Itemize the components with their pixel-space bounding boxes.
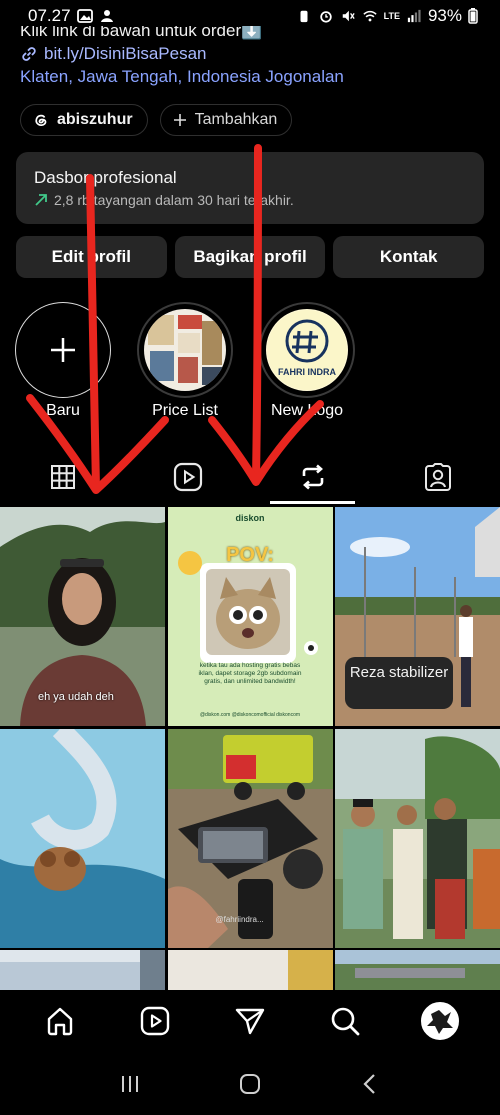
nav-home[interactable] (38, 999, 82, 1043)
tab-reposts[interactable] (250, 450, 375, 504)
bio-link-text[interactable]: bit.ly/DisiniBisaPesan (44, 42, 207, 65)
profile-tabs (0, 450, 500, 504)
highlight-circle[interactable] (137, 302, 233, 398)
posts-grid: eh ya udah deh diskon POV: ketika tau ad… (0, 507, 500, 990)
post-thumbnail[interactable]: eh ya udah deh (0, 507, 165, 726)
reels-icon (140, 1006, 169, 1036)
reels-icon (173, 462, 202, 492)
post-thumbnail[interactable] (0, 950, 165, 990)
post-thumbnail[interactable] (0, 728, 165, 948)
logo-text: FAHRI INDRA (278, 367, 336, 377)
plus-icon (173, 114, 186, 126)
bio-text: Klik link di bawah untuk order⬇️ (20, 26, 263, 40)
new-highlight-circle[interactable] (15, 302, 111, 398)
nav-search[interactable] (323, 999, 367, 1043)
story-highlights: Baru Price List FAHRI INDRA New Logo (14, 302, 356, 420)
highlight-label: Price List (152, 402, 218, 419)
add-link-label: Tambahkan (194, 111, 278, 128)
profile-bio: Klik link di bawah untuk order⬇️ bit.ly/… (20, 26, 490, 88)
search-icon (331, 1007, 360, 1036)
threads-pill[interactable]: abiszuhur (20, 104, 148, 136)
bio-link[interactable]: bit.ly/DisiniBisaPesan (20, 42, 490, 65)
link-icon (22, 46, 36, 61)
trend-up-icon (35, 194, 47, 206)
post-thumbnail[interactable] (335, 728, 500, 948)
highlight-price-list[interactable]: Price List (136, 302, 234, 420)
status-time: 07.27 (28, 6, 71, 25)
highlight-new[interactable]: Baru (14, 302, 112, 420)
post-caption: ketika tau ada hosting gratis bebas ikla… (198, 662, 302, 685)
profile-pills: abiszuhur Tambahkan (20, 104, 293, 136)
alarm-icon (319, 11, 332, 23)
reposts-icon (302, 464, 323, 490)
tag-tooltip[interactable]: Reza stabilizer (345, 657, 453, 709)
dashboard-subtitle: 2,8 rb tayangan dalam 30 hari terakhir. (54, 192, 294, 208)
highlight-label: New Logo (270, 402, 344, 419)
nav-profile[interactable] (418, 999, 462, 1043)
home-button-icon[interactable] (238, 1072, 262, 1096)
tab-tagged[interactable] (375, 450, 500, 504)
dashboard-subtitle-row: 2,8 rb tayangan dalam 30 hari terakhir. (34, 192, 466, 208)
add-link-pill[interactable]: Tambahkan (159, 104, 293, 136)
price-list-thumbnail (144, 309, 226, 391)
signal-icon (407, 9, 421, 23)
threads-handle: abiszuhur (57, 111, 133, 128)
share-profile-button[interactable]: Bagikan profil (174, 236, 326, 278)
post-footer: @diskon.com @diskoncomofficial diskoncom (199, 712, 301, 718)
battery-saver-icon (300, 10, 308, 23)
post-caption: @fahriindra... (215, 914, 264, 924)
system-navigation (0, 1052, 500, 1115)
grid-icon (50, 465, 75, 489)
contact-button[interactable]: Kontak (333, 236, 485, 278)
profile-actions: Edit profil Bagikan profil Kontak (16, 236, 485, 278)
professional-dashboard[interactable]: Dasbor profesional 2,8 rb tayangan dalam… (16, 152, 484, 224)
edit-profile-button[interactable]: Edit profil (16, 236, 167, 278)
highlight-label: Baru (46, 402, 80, 419)
gallery-icon (76, 9, 93, 23)
wifi-icon (362, 10, 377, 22)
post-title: POV: (226, 544, 274, 566)
highlight-circle[interactable]: FAHRI INDRA (259, 302, 355, 398)
bottom-navigation (0, 990, 500, 1052)
battery-percent: 93% (427, 6, 462, 25)
plus-icon (51, 338, 75, 362)
battery-icon (468, 8, 478, 24)
bio-location[interactable]: Klaten, Jawa Tengah, Indonesia Jogonalan (20, 65, 490, 88)
post-thumbnail[interactable]: @fahriindra... (167, 728, 333, 948)
nav-direct[interactable] (228, 999, 272, 1043)
highlight-new-logo[interactable]: FAHRI INDRA New Logo (258, 302, 356, 420)
post-thumbnail[interactable] (167, 950, 333, 990)
threads-icon (35, 114, 47, 127)
nav-reels[interactable] (133, 999, 177, 1043)
post-thumbnail[interactable] (335, 950, 500, 990)
send-icon (235, 1008, 265, 1035)
back-icon[interactable] (358, 1072, 382, 1096)
tab-reels[interactable] (125, 450, 250, 504)
new-logo-thumbnail: FAHRI INDRA (266, 309, 348, 391)
tagged-icon (424, 463, 451, 491)
post-caption: eh ya udah deh (38, 691, 114, 703)
lte-indicator: LTE (383, 10, 400, 21)
avatar[interactable] (421, 1002, 460, 1040)
app-notification-icon (100, 10, 113, 22)
dashboard-title: Dasbor profesional (34, 168, 177, 187)
tab-posts[interactable] (0, 450, 125, 504)
post-thumbnail[interactable]: diskon POV: ketika tau ada hosting grati… (167, 507, 333, 726)
post-brand: diskon (235, 513, 265, 523)
recent-apps-icon[interactable] (118, 1072, 142, 1096)
mute-icon (342, 10, 355, 22)
home-icon (47, 1007, 72, 1036)
